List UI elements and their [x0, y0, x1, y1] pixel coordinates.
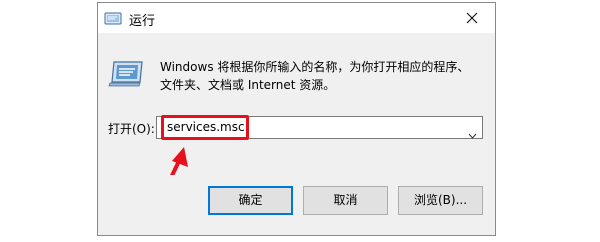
- chevron-down-icon[interactable]: [468, 124, 477, 143]
- title-bar: 运行: [98, 3, 495, 33]
- description-line-2: 文件夹、文档或 Internet 资源。: [160, 78, 336, 92]
- browse-button[interactable]: 浏览(B)...: [398, 186, 483, 215]
- open-field-label: 打开(O):: [108, 122, 155, 136]
- window-title: 运行: [129, 14, 156, 29]
- run-dialog: 运行 Windows 将根据你所输入的名称，为你打开相应的程序、 文件夹、文档或…: [97, 2, 496, 236]
- run-program-icon: [108, 58, 146, 88]
- highlight-annotation: [161, 115, 249, 140]
- dialog-description: Windows 将根据你所输入的名称，为你打开相应的程序、 文件夹、文档或 In…: [160, 58, 480, 94]
- close-button[interactable]: [449, 3, 495, 33]
- cancel-button[interactable]: 取消: [303, 186, 388, 215]
- ok-button[interactable]: 确定: [208, 186, 293, 215]
- description-line-1: Windows 将根据你所输入的名称，为你打开相应的程序、: [160, 60, 470, 74]
- close-icon: [466, 12, 478, 24]
- run-icon: [104, 11, 122, 25]
